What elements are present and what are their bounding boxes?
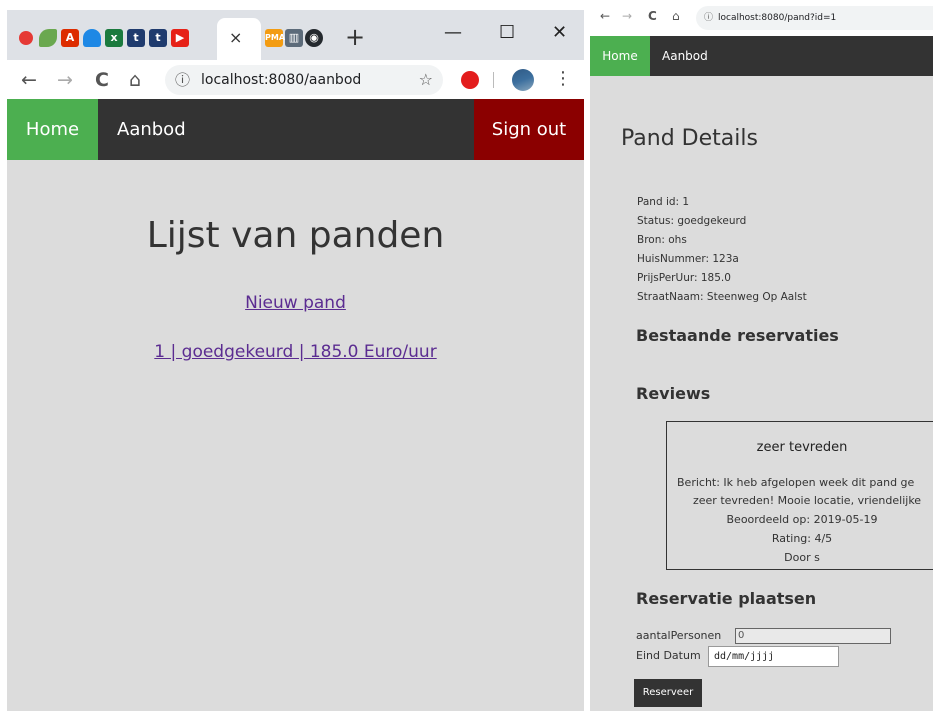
browser-menu-icon[interactable]: ⋮ bbox=[554, 68, 572, 89]
review-author: Door s bbox=[784, 551, 820, 564]
detail-pand-id: Pand id: 1 bbox=[637, 196, 690, 208]
detail-bron: Bron: ohs bbox=[637, 234, 687, 246]
detail-huisnummer: HuisNummer: 123a bbox=[637, 253, 739, 265]
reservations-heading: Bestaande reservaties bbox=[636, 326, 839, 345]
detail-prijsperuur: PrijsPerUur: 185.0 bbox=[637, 272, 731, 284]
tab-close-icon[interactable]: × bbox=[229, 28, 242, 47]
reload-button[interactable]: C bbox=[648, 9, 657, 23]
reserve-button[interactable]: Reserveer bbox=[634, 679, 702, 707]
reload-button[interactable]: C bbox=[95, 69, 109, 91]
profile-avatar[interactable] bbox=[512, 69, 534, 91]
url-text[interactable]: localhost:8080/aanbod bbox=[201, 65, 361, 95]
cloud-icon[interactable] bbox=[83, 29, 101, 47]
url-bar[interactable]: ⓘ localhost:8080/pand?id=1 bbox=[696, 6, 933, 30]
bookmark-star-icon[interactable]: ☆ bbox=[419, 65, 433, 95]
review-title: zeer tevreden bbox=[756, 440, 848, 455]
url-bar[interactable]: ⓘ localhost:8080/aanbod ☆ bbox=[165, 65, 443, 95]
new-tab-button[interactable]: + bbox=[345, 23, 365, 51]
detail-status: Status: goedgekeurd bbox=[637, 215, 747, 227]
pma-icon[interactable]: PMA bbox=[265, 29, 285, 47]
record-icon[interactable] bbox=[19, 31, 33, 45]
page-title: Lijst van panden bbox=[146, 215, 445, 256]
angular-icon[interactable]: A bbox=[61, 29, 79, 47]
page-title: Pand Details bbox=[621, 126, 758, 151]
address-bar-row: ← → C ⌂ ⓘ localhost:8080/aanbod ☆ ⋮ bbox=[7, 60, 584, 101]
tab-active[interactable]: × bbox=[217, 18, 261, 60]
reservation-form-heading: Reservatie plaatsen bbox=[636, 589, 817, 608]
detail-straatnaam: StraatNaam: Steenweg Op Aalst bbox=[637, 291, 807, 303]
url-text[interactable]: localhost:8080/pand?id=1 bbox=[718, 6, 836, 30]
site-navbar: Home Aanbod Sign out bbox=[7, 99, 584, 160]
home-button[interactable]: ⌂ bbox=[129, 69, 141, 91]
right-browser-window: ← → C ⌂ ⓘ localhost:8080/pand?id=1 Home … bbox=[590, 0, 933, 711]
review-date: Beoordeeld op: 2019-05-19 bbox=[726, 513, 878, 526]
back-button[interactable]: ← bbox=[21, 69, 37, 91]
minimize-button[interactable]: — bbox=[444, 22, 462, 43]
review-message-line-2: zeer tevreden! Mooie locatie, vriendelij… bbox=[693, 494, 922, 507]
close-window-button[interactable]: ✕ bbox=[552, 22, 567, 43]
persons-label: aantalPersonen bbox=[636, 629, 722, 642]
nav-aanbod-link[interactable]: Aanbod bbox=[117, 99, 186, 160]
new-property-link[interactable]: Nieuw pand bbox=[245, 293, 346, 313]
maximize-button[interactable]: ☐ bbox=[499, 22, 515, 43]
review-message-line-1: Bericht: Ik heb afgelopen week dit pand … bbox=[677, 476, 915, 489]
forward-button[interactable]: → bbox=[622, 9, 632, 23]
back-button[interactable]: ← bbox=[600, 9, 610, 23]
left-browser-window: A x t t ▶ × PMA ▥ ◉ + — ☐ ✕ ← → C ⌂ ⓘ lo… bbox=[7, 10, 584, 711]
leaf-icon[interactable] bbox=[39, 29, 57, 47]
nav-signout-button[interactable]: Sign out bbox=[474, 99, 584, 160]
tab-strip: A x t t ▶ × PMA ▥ ◉ + — ☐ ✕ bbox=[7, 10, 584, 60]
property-list-item-link[interactable]: 1 | goedgekeurd | 185.0 Euro/uur bbox=[154, 342, 436, 362]
trello-t-icon[interactable]: t bbox=[127, 29, 145, 47]
site-navbar: Home Aanbod bbox=[590, 36, 933, 76]
nav-aanbod-link[interactable]: Aanbod bbox=[662, 36, 708, 76]
address-bar-row: ← → C ⌂ ⓘ localhost:8080/pand?id=1 bbox=[590, 0, 933, 36]
home-button[interactable]: ⌂ bbox=[672, 9, 680, 23]
github-icon[interactable]: ◉ bbox=[305, 29, 323, 47]
nav-home-link[interactable]: Home bbox=[7, 99, 98, 160]
youtube-icon[interactable]: ▶ bbox=[171, 29, 189, 47]
trello-t-icon-2[interactable]: t bbox=[149, 29, 167, 47]
forward-button[interactable]: → bbox=[57, 69, 73, 91]
persons-input[interactable]: 0 bbox=[735, 628, 891, 644]
nav-home-link[interactable]: Home bbox=[590, 36, 650, 76]
excel-icon[interactable]: x bbox=[105, 29, 123, 47]
end-date-input[interactable]: dd/mm/jjjj bbox=[708, 646, 839, 667]
review-rating: Rating: 4/5 bbox=[771, 532, 833, 545]
review-card: zeer tevreden Bericht: Ik heb afgelopen … bbox=[666, 421, 933, 570]
end-date-label: Eind Datum bbox=[636, 649, 701, 662]
adblock-extension-icon[interactable] bbox=[461, 71, 479, 89]
info-icon[interactable]: ⓘ bbox=[704, 6, 713, 30]
toolbar-divider bbox=[493, 72, 494, 88]
board-icon[interactable]: ▥ bbox=[285, 29, 303, 47]
info-icon[interactable]: ⓘ bbox=[175, 65, 190, 95]
reviews-heading: Reviews bbox=[636, 384, 711, 403]
